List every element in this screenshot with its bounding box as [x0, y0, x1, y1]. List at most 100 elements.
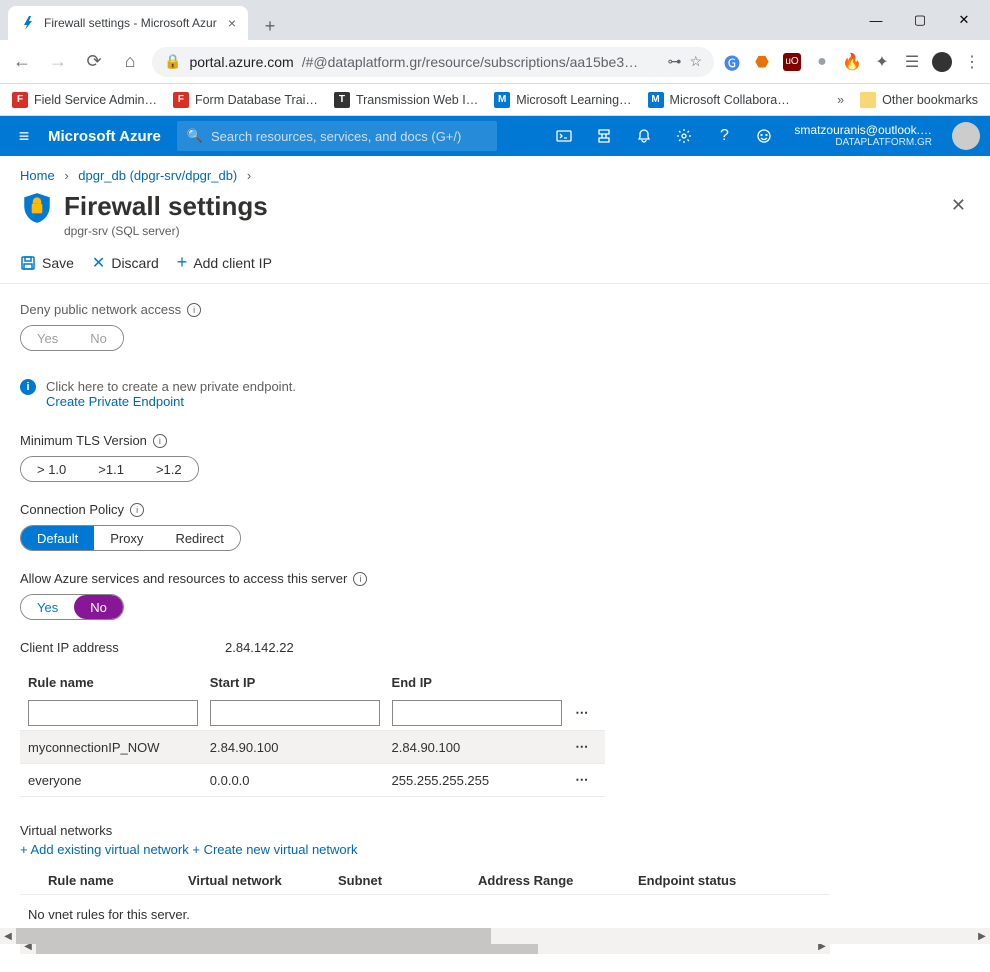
tls-10-option[interactable]: > 1.0: [21, 457, 82, 481]
minimize-button[interactable]: —: [854, 4, 898, 36]
tab-close-icon[interactable]: ×: [228, 15, 236, 31]
ublock-icon[interactable]: uO: [782, 52, 802, 72]
tls-12-option[interactable]: >1.2: [140, 457, 198, 481]
tls-version-selector[interactable]: > 1.0 >1.1 >1.2: [20, 456, 199, 482]
close-window-button[interactable]: ✕: [942, 4, 986, 36]
search-placeholder: Search resources, services, and docs (G+…: [211, 129, 461, 144]
azure-favicon-icon: [20, 15, 36, 31]
deny-no-option: No: [74, 326, 123, 350]
other-bookmarks-folder[interactable]: Other bookmarks: [860, 92, 978, 108]
deny-yes-option: Yes: [21, 326, 74, 350]
conn-default-option[interactable]: Default: [21, 526, 94, 550]
create-new-vnet-link[interactable]: + Create new virtual network: [192, 842, 357, 857]
search-icon: 🔍: [187, 128, 203, 144]
reading-list-icon[interactable]: ☰: [902, 52, 922, 72]
profile-avatar-icon[interactable]: [932, 52, 952, 72]
translate-icon[interactable]: 🅖: [722, 52, 742, 72]
info-icon[interactable]: i: [153, 434, 167, 448]
add-client-ip-button[interactable]: + Add client IP: [177, 252, 272, 273]
fw-rule-row[interactable]: everyone 0.0.0.0 255.255.255.255 ⋯: [20, 763, 605, 796]
fw-startip-input[interactable]: [210, 700, 380, 726]
conn-proxy-option[interactable]: Proxy: [94, 526, 159, 550]
save-button[interactable]: Save: [20, 255, 74, 271]
user-email: smatzouranis@outlook.…: [794, 123, 932, 137]
tenant-name: DATAPLATFORM.GR: [794, 137, 932, 149]
avatar[interactable]: [952, 122, 980, 150]
extensions-icon[interactable]: ✦: [872, 52, 892, 72]
info-icon[interactable]: i: [187, 303, 201, 317]
allow-azure-yes[interactable]: Yes: [21, 595, 74, 619]
conn-redirect-option[interactable]: Redirect: [159, 526, 239, 550]
bookmark-item[interactable]: FForm Database Trai…: [173, 92, 318, 108]
bookmark-item[interactable]: MMicrosoft Learning…: [494, 92, 631, 108]
tls-11-option[interactable]: >1.1: [82, 457, 140, 481]
allow-azure-toggle[interactable]: Yes No: [20, 594, 124, 620]
discard-button[interactable]: ✕ Discard: [92, 253, 159, 273]
connection-policy-label: Connection Policy: [20, 502, 124, 517]
vnet-header-vnet: Virtual network: [188, 873, 338, 888]
page-horizontal-scrollbar[interactable]: ◀ ▶: [0, 928, 990, 944]
notifications-icon[interactable]: [624, 116, 664, 156]
fw-rulename-input[interactable]: [28, 700, 198, 726]
fw-endip-input[interactable]: [392, 700, 562, 726]
deny-public-toggle: Yes No: [20, 325, 124, 351]
fw-row-menu-icon[interactable]: ⋯: [567, 772, 597, 788]
bookmark-item[interactable]: TTransmission Web I…: [334, 92, 478, 108]
chrome-menu-icon[interactable]: ⋮: [962, 52, 982, 72]
vnet-header-status: Endpoint status: [638, 873, 778, 888]
client-ip-value: 2.84.142.22: [225, 640, 294, 655]
fw-header-startip: Start IP: [210, 675, 392, 690]
page-subtitle: dpgr-srv (SQL server): [64, 224, 268, 238]
breadcrumb-home[interactable]: Home: [20, 168, 55, 183]
fw-row-menu-icon[interactable]: ⋯: [567, 705, 597, 721]
new-tab-button[interactable]: +: [256, 12, 284, 40]
bookmarks-overflow-icon[interactable]: »: [837, 93, 844, 107]
add-existing-vnet-link[interactable]: + Add existing virtual network: [20, 842, 189, 857]
lock-icon: 🔒: [164, 53, 181, 70]
deny-public-label: Deny public network access: [20, 302, 181, 317]
browser-tab[interactable]: Firewall settings - Microsoft Azur ×: [8, 6, 248, 40]
hamburger-menu-icon[interactable]: ≡: [0, 126, 48, 147]
back-button[interactable]: ←: [8, 48, 36, 76]
info-icon: i: [20, 379, 36, 395]
azure-search-box[interactable]: 🔍 Search resources, services, and docs (…: [177, 121, 497, 151]
azure-brand[interactable]: Microsoft Azure: [48, 128, 161, 145]
allow-azure-label: Allow Azure services and resources to ac…: [20, 571, 347, 586]
maximize-button[interactable]: ▢: [898, 4, 942, 36]
reload-button[interactable]: ⟳: [80, 48, 108, 76]
info-icon[interactable]: i: [353, 572, 367, 586]
vnet-label: Virtual networks: [20, 823, 970, 838]
url-host: portal.azure.com: [189, 54, 293, 70]
allow-azure-no[interactable]: No: [74, 595, 123, 619]
directories-icon[interactable]: [584, 116, 624, 156]
fw-header-endip: End IP: [392, 675, 568, 690]
tab-title: Firewall settings - Microsoft Azur: [44, 16, 220, 30]
ext-gray-icon[interactable]: ●: [812, 52, 832, 72]
user-account[interactable]: smatzouranis@outlook.… DATAPLATFORM.GR: [784, 123, 942, 149]
vnet-header-rulename: Rule name: [48, 873, 188, 888]
feedback-icon[interactable]: [744, 116, 784, 156]
bookmark-item[interactable]: FField Service Admin…: [12, 92, 157, 108]
vnet-header-subnet: Subnet: [338, 873, 478, 888]
create-private-endpoint-link[interactable]: Create Private Endpoint: [46, 394, 296, 409]
info-icon[interactable]: i: [130, 503, 144, 517]
star-icon[interactable]: ☆: [689, 53, 702, 70]
key-icon[interactable]: ⊶: [667, 53, 681, 70]
home-button[interactable]: ⌂: [116, 48, 144, 76]
breadcrumb: Home › dpgr_db (dpgr-srv/dpgr_db) ›: [0, 156, 990, 187]
vnet-header-range: Address Range: [478, 873, 638, 888]
bookmark-item[interactable]: MMicrosoft Collabora…: [648, 92, 790, 108]
ext-flame-icon[interactable]: 🔥: [842, 52, 862, 72]
forward-button[interactable]: →: [44, 48, 72, 76]
address-bar[interactable]: 🔒 portal.azure.com /#@dataplatform.gr/re…: [152, 47, 714, 77]
fw-row-menu-icon[interactable]: ⋯: [567, 739, 597, 755]
close-blade-icon[interactable]: ✕: [947, 191, 970, 220]
cloud-shell-icon[interactable]: [544, 116, 584, 156]
connection-policy-selector[interactable]: Default Proxy Redirect: [20, 525, 241, 551]
help-icon[interactable]: ?: [704, 116, 744, 156]
breadcrumb-item[interactable]: dpgr_db (dpgr-srv/dpgr_db): [78, 168, 237, 183]
settings-icon[interactable]: [664, 116, 704, 156]
ext-warning-icon[interactable]: ⬣: [752, 52, 772, 72]
fw-rule-row[interactable]: myconnectionIP_NOW 2.84.90.100 2.84.90.1…: [20, 730, 605, 763]
tls-label: Minimum TLS Version: [20, 433, 147, 448]
